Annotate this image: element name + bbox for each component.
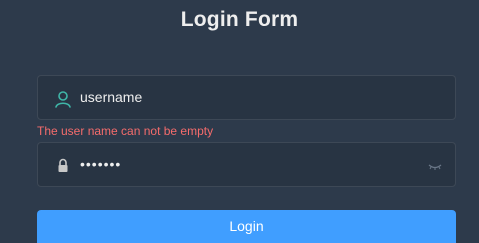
lock-icon [54, 157, 72, 175]
eye-closed-icon[interactable] [427, 160, 443, 172]
password-field[interactable]: ••••••• [37, 142, 456, 187]
username-field[interactable]: username [37, 75, 456, 120]
username-error-message: The user name can not be empty [37, 124, 214, 138]
login-button[interactable]: Login [37, 210, 456, 243]
form-title: Login Form [180, 8, 299, 31]
username-input[interactable]: username [80, 76, 142, 119]
password-input[interactable]: ••••••• [80, 143, 121, 186]
user-icon [54, 90, 72, 108]
